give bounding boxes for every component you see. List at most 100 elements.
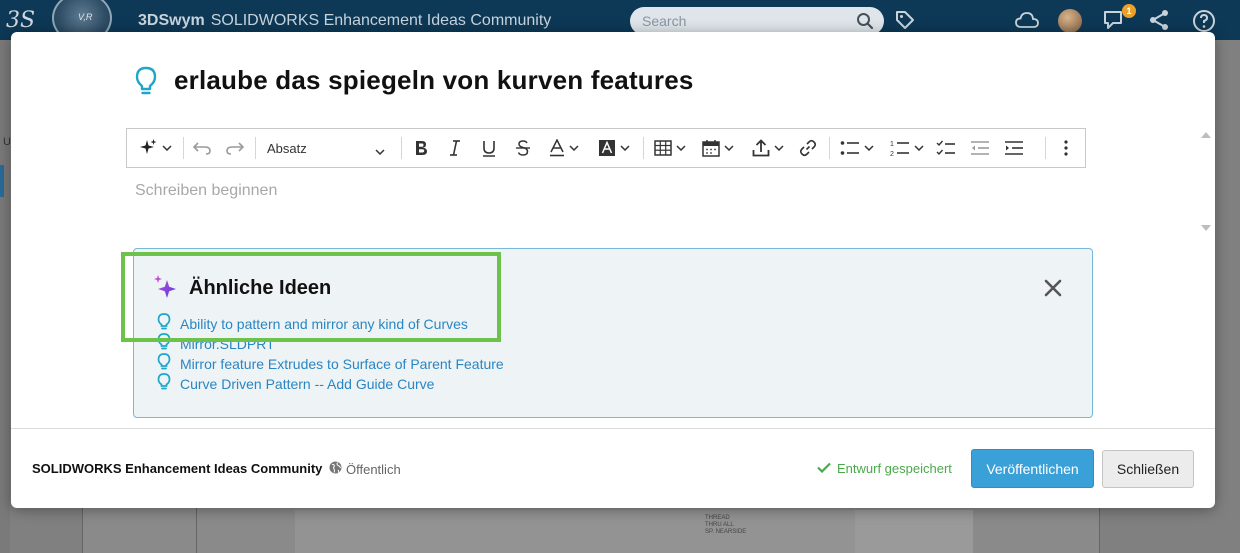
underline-icon [482, 140, 496, 157]
chevron-down-icon [620, 145, 630, 151]
drawing-line: THREAD [705, 515, 730, 521]
font-color-icon [549, 139, 565, 157]
ai-assistant-button[interactable] [133, 129, 177, 167]
cloud-icon[interactable] [1015, 11, 1039, 34]
lightbulb-icon [157, 373, 180, 395]
idea-title[interactable]: erlaube das spiegeln von kurven features [174, 65, 694, 96]
paragraph-style-value: Absatz [267, 141, 307, 156]
link-icon [799, 139, 817, 157]
app-community-name: SOLIDWORKS Enhancement Ideas Community [210, 12, 552, 29]
svg-text:1: 1 [890, 141, 894, 148]
toolbar-divider [183, 137, 184, 159]
redo-button[interactable] [222, 129, 248, 167]
draft-status-label: Entwurf gespeichert [837, 461, 952, 476]
editor-toolbar: Absatz 1 2 [126, 128, 1086, 168]
redo-icon [225, 141, 245, 155]
highlight-color-button[interactable] [593, 129, 635, 167]
font-color-button[interactable] [543, 129, 585, 167]
insert-link-button[interactable] [795, 129, 821, 167]
undo-icon [192, 141, 212, 155]
bold-button[interactable] [409, 129, 433, 167]
numbered-list-button[interactable]: 12 [885, 129, 929, 167]
highlight-color-icon [598, 139, 616, 157]
calendar-icon [702, 139, 720, 157]
upload-button[interactable] [747, 129, 789, 167]
background-sheet-right [855, 510, 973, 553]
community-name: SOLIDWORKS Enhancement Ideas Community [32, 461, 323, 476]
visibility-label: Öffentlich [346, 461, 401, 477]
notification-badge: 1 [1122, 4, 1136, 18]
globe-icon [329, 461, 346, 477]
more-options-button[interactable] [1055, 129, 1077, 167]
create-idea-dialog: erlaube das spiegeln von kurven features… [11, 32, 1215, 508]
lightbulb-icon [134, 66, 158, 101]
chevron-down-icon [676, 145, 686, 151]
table-icon [654, 140, 672, 156]
footer-divider [11, 428, 1215, 429]
search-bar[interactable]: Search [630, 7, 884, 35]
chevron-down-icon [774, 145, 784, 151]
background-drawing: THREAD THRU ALL SP. NEARSIDE [705, 515, 825, 553]
background-divider [196, 505, 197, 553]
checklist-icon [936, 140, 956, 156]
left-sidebar [0, 40, 10, 553]
app-title: 3DSwym SOLIDWORKS Enhancement Ideas Commu… [138, 12, 551, 30]
editor-body[interactable]: Schreiben beginnen [135, 182, 277, 200]
chevron-down-icon [162, 145, 172, 151]
chevron-down-icon [724, 145, 734, 151]
bulleted-list-icon [840, 140, 860, 156]
toolbar-divider [255, 137, 256, 159]
similar-idea-link[interactable]: Mirror feature Extrudes to Surface of Pa… [157, 353, 504, 375]
underline-button[interactable] [477, 129, 501, 167]
checklist-button[interactable] [933, 129, 959, 167]
drawing-line: SP. NEARSIDE [705, 529, 747, 535]
strikethrough-button[interactable] [511, 129, 535, 167]
checkmark-icon [817, 461, 837, 476]
draft-status: Entwurf gespeichert [817, 461, 952, 476]
compass-label: V,R [78, 12, 93, 22]
similar-idea-label: Curve Driven Pattern -- Add Guide Curve [180, 376, 435, 392]
ai-assistant-icon [138, 138, 158, 158]
numbered-list-icon: 12 [890, 139, 910, 157]
italic-icon [449, 140, 461, 156]
search-input[interactable]: Search [642, 13, 686, 29]
toolbar-divider [401, 137, 402, 159]
indent-button[interactable] [1001, 129, 1027, 167]
paragraph-style-select[interactable]: Absatz [259, 129, 391, 167]
sidebar-active-marker [0, 165, 4, 197]
chevron-down-icon [569, 145, 579, 151]
publish-button[interactable]: Veröffentlichen [971, 449, 1094, 488]
chevron-down-icon [864, 145, 874, 151]
chevron-down-icon [375, 143, 385, 158]
similar-idea-label: Mirror feature Extrudes to Surface of Pa… [180, 356, 504, 372]
outdent-button[interactable] [967, 129, 993, 167]
visibility-indicator[interactable]: Öffentlich [329, 461, 401, 477]
similar-idea-link[interactable]: Curve Driven Pattern -- Add Guide Curve [157, 373, 435, 395]
scroll-up-arrow[interactable] [1201, 132, 1211, 138]
sidebar-letter: U [3, 136, 11, 148]
scroll-down-arrow[interactable] [1201, 225, 1211, 231]
more-options-icon [1064, 140, 1068, 156]
toolbar-divider [829, 137, 830, 159]
upload-icon [752, 139, 770, 157]
bold-icon [414, 140, 428, 156]
highlight-annotation-box [121, 252, 501, 342]
drawing-line: THRU ALL [705, 522, 734, 528]
3ds-logo[interactable]: 3S [6, 8, 35, 33]
svg-text:2: 2 [890, 151, 894, 157]
italic-button[interactable] [443, 129, 467, 167]
app-brand: 3DSwym [138, 12, 205, 29]
chevron-down-icon [914, 145, 924, 151]
bulleted-list-button[interactable] [835, 129, 879, 167]
strikethrough-icon [515, 140, 531, 156]
close-icon[interactable] [1041, 276, 1065, 300]
lightbulb-icon [157, 353, 180, 375]
close-button[interactable]: Schließen [1102, 450, 1194, 488]
toolbar-divider [643, 137, 644, 159]
undo-button[interactable] [189, 129, 215, 167]
avatar[interactable] [1058, 9, 1082, 33]
insert-date-button[interactable] [697, 129, 739, 167]
insert-table-button[interactable] [649, 129, 691, 167]
toolbar-divider [1045, 137, 1046, 159]
indent-icon [1004, 140, 1024, 156]
